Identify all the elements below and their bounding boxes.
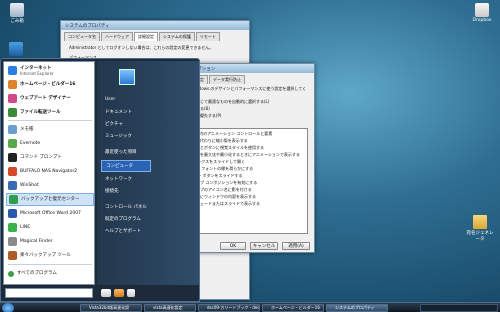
place-documents[interactable]: ドキュメント — [105, 109, 132, 115]
notepad-icon — [8, 125, 17, 134]
taskbar-button[interactable]: dsc09-カリートブック - dec — [198, 304, 260, 312]
tab-dep[interactable]: データ実行防止 — [209, 75, 245, 84]
internet-explorer-icon — [8, 66, 17, 75]
user-picture-icon — [119, 69, 135, 85]
place-user[interactable]: User — [105, 97, 115, 102]
start-menu: インターネット Internet Explorer ホームページ・ビルダー16 ウ… — [0, 58, 200, 302]
quick-launch — [18, 305, 78, 311]
start-menu-places: User ドキュメント ピクチャ ミュージック 最近使った項目 コンピュータ ネ… — [97, 61, 199, 285]
system-properties-admin-text: Administrator としてログオンしない場合は、これらの設定の変更できま… — [69, 45, 214, 50]
start-item-buffalo-nas[interactable]: BUFFALO NAS Navigator2 — [6, 165, 94, 178]
system-properties-title: システムのプロパティ — [61, 21, 249, 30]
folder-image — [473, 215, 487, 229]
app-image — [9, 42, 23, 56]
folder-label: 宛名ジェネレータ — [466, 231, 494, 242]
dropbox-label: Dropbox — [472, 18, 492, 23]
start-item-web-art-designer[interactable]: ウェブアート デザイナー — [6, 92, 94, 105]
start-item-homepage-builder[interactable]: ホームページ・ビルダー16 — [6, 78, 94, 91]
start-item-label: BUFFALO NAS Navigator2 — [20, 169, 78, 174]
start-item-label: Magical Finder — [20, 239, 53, 244]
tab-advanced[interactable]: 詳細設定 — [134, 32, 158, 41]
start-item-file-transfer[interactable]: ファイル転送ツール — [6, 106, 94, 119]
tab-computer-name[interactable]: コンピュータ名 — [64, 32, 100, 41]
tab-remote[interactable]: リモート — [195, 32, 220, 41]
start-item-label: メモ帳 — [20, 127, 34, 132]
backup-center-icon — [9, 195, 18, 204]
place-recent-items[interactable]: 最近使った項目 — [105, 149, 137, 155]
folder-icon[interactable]: 宛名ジェネレータ — [465, 215, 495, 242]
place-music[interactable]: ミュージック — [105, 133, 132, 139]
place-control-panel[interactable]: コントロール パネル — [105, 204, 147, 210]
dropbox-image — [475, 3, 489, 17]
lock-button[interactable] — [114, 289, 124, 297]
taskbar: Vista32bit版高速化設 vista高速化設定 dsc09-カリートブック… — [0, 302, 500, 312]
apply-button[interactable]: 適用(A) — [282, 242, 310, 250]
buffalo-nas-icon — [8, 167, 17, 176]
line-icon — [8, 223, 17, 232]
all-programs[interactable]: すべてのプログラム — [6, 267, 94, 280]
start-item-label: WinShot — [20, 183, 39, 188]
start-item-title: ファイル転送ツール — [20, 110, 61, 115]
start-item-notepad[interactable]: メモ帳 — [6, 123, 94, 136]
start-item-backup-tool[interactable]: 楽々バックアップ ツール — [6, 249, 94, 262]
start-item-label: バックアップと復元センター — [21, 197, 80, 202]
start-item-label: 楽々バックアップ ツール — [20, 253, 71, 258]
start-item-label: Evernote — [20, 141, 41, 146]
start-item-backup-center[interactable]: バックアップと復元センター — [6, 193, 94, 206]
dropbox-icon[interactable]: Dropbox — [467, 3, 497, 23]
backup-tool-icon — [8, 251, 17, 260]
recycle-bin-label: ごみ箱 — [10, 19, 24, 24]
start-item-label: Microsoft Office Word 2007 — [20, 211, 81, 216]
start-menu-programs: インターネット Internet Explorer ホームページ・ビルダー16 ウ… — [3, 61, 95, 285]
start-item-word-2007[interactable]: Microsoft Office Word 2007 — [6, 207, 94, 220]
tab-hardware[interactable]: ハードウェア — [101, 32, 133, 41]
start-item-evernote[interactable]: Evernote — [6, 137, 94, 150]
place-connect-to[interactable]: 接続先 — [105, 188, 119, 194]
ok-button[interactable]: OK — [220, 242, 246, 250]
taskbar-button-active[interactable]: システムのプロパティ — [326, 304, 388, 312]
arrow-right-icon — [8, 270, 14, 277]
start-item-title: ホームページ・ビルダー16 — [20, 82, 76, 87]
start-item-label: コマンド プロンプト — [20, 155, 62, 160]
place-computer[interactable]: コンピュータ — [101, 160, 151, 172]
recycle-bin-icon[interactable]: ごみ箱 — [2, 3, 32, 24]
system-properties-tabs: コンピュータ名 ハードウェア 詳細設定 システムの保護 リモート — [61, 30, 249, 41]
recycle-bin-image — [10, 3, 24, 17]
tab-system-protection[interactable]: システムの保護 — [159, 32, 195, 41]
cancel-button[interactable]: キャンセル — [250, 242, 278, 250]
power-button[interactable] — [101, 289, 111, 297]
word-icon — [8, 209, 17, 218]
evernote-icon — [8, 139, 17, 148]
separator — [8, 120, 92, 121]
start-item-command-prompt[interactable]: コマンド プロンプト — [6, 151, 94, 164]
start-search-input[interactable] — [5, 288, 93, 298]
start-item-internet[interactable]: インターネット Internet Explorer — [6, 64, 94, 77]
start-item-line[interactable]: LINE — [6, 221, 94, 234]
place-network[interactable]: ネットワーク — [105, 176, 132, 182]
system-tray — [420, 304, 498, 312]
start-item-winshot[interactable]: WinShot — [6, 179, 94, 192]
start-item-sub: Internet Explorer — [20, 70, 54, 76]
place-help-support[interactable]: ヘルプとサポート — [105, 228, 141, 234]
place-pictures[interactable]: ピクチャ — [105, 121, 123, 127]
start-orb-icon[interactable] — [2, 303, 14, 312]
file-transfer-icon — [8, 108, 17, 117]
command-prompt-icon — [8, 153, 17, 162]
desktop-app-icon[interactable] — [1, 42, 31, 57]
taskbar-button[interactable]: vista高速化設定 — [144, 304, 196, 312]
homepage-builder-icon — [8, 80, 17, 89]
start-item-title: インターネット — [20, 65, 52, 71]
all-programs-label: すべてのプログラム — [17, 271, 57, 276]
start-item-label: LINE — [20, 225, 31, 230]
start-item-title: ウェブアート デザイナー — [20, 96, 71, 101]
place-default-programs[interactable]: 既定のプログラム — [105, 216, 141, 222]
shutdown-options-arrow-icon[interactable] — [127, 289, 135, 297]
taskbar-button[interactable]: ホームページ・ビルダー16 — [262, 304, 324, 312]
start-item-magical-finder[interactable]: Magical Finder — [6, 235, 94, 248]
magical-finder-icon — [8, 237, 17, 246]
web-art-designer-icon — [8, 94, 17, 103]
winshot-icon — [8, 181, 17, 190]
separator — [8, 264, 92, 265]
taskbar-button[interactable]: Vista32bit版高速化設 — [80, 304, 142, 312]
